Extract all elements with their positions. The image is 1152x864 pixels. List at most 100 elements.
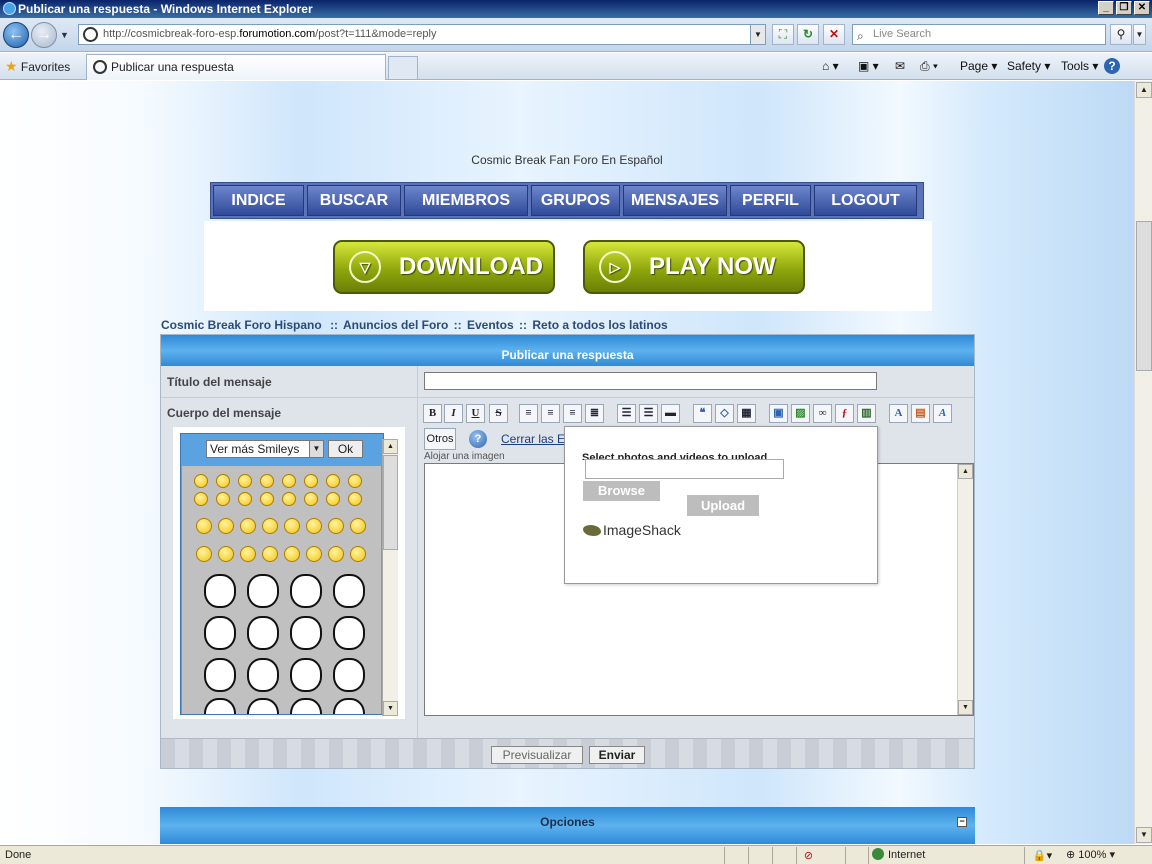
menu-mensajes[interactable]: MENSAJES <box>623 185 727 216</box>
rage-face-icon[interactable] <box>247 698 279 714</box>
close-window-button[interactable]: ✕ <box>1134 1 1150 15</box>
rage-face-icon[interactable] <box>204 616 236 650</box>
menu-indice[interactable]: INDICE <box>213 185 304 216</box>
smiley-scrollbar[interactable]: ▲ ▼ <box>382 439 398 716</box>
minimize-button[interactable]: _ <box>1098 1 1114 15</box>
align-right-icon[interactable]: ≡ <box>563 404 582 423</box>
rage-face-icon[interactable] <box>290 616 322 650</box>
rage-face-icon[interactable] <box>333 658 365 692</box>
smiley-icon[interactable] <box>218 546 234 562</box>
bold-icon[interactable]: B <box>423 404 442 423</box>
collapse-icon[interactable]: − <box>957 817 967 827</box>
forward-button[interactable]: → <box>31 22 57 48</box>
smiley-set-select[interactable]: Ver más Smileys ▼ <box>206 440 324 458</box>
smiley-icon[interactable] <box>350 518 366 534</box>
search-options-icon[interactable]: ▼ <box>1133 24 1146 45</box>
menu-perfil[interactable]: PERFIL <box>730 185 811 216</box>
smiley-icon[interactable] <box>282 474 296 488</box>
smiley-icon[interactable] <box>284 546 300 562</box>
smiley-icon[interactable] <box>260 474 274 488</box>
editor-scrollbar[interactable]: ▲ ▼ <box>957 464 973 715</box>
scroll-down-icon[interactable]: ▼ <box>1136 827 1152 843</box>
smiley-icon[interactable] <box>196 546 212 562</box>
zoom-control[interactable]: ⊕ 100% ▾ <box>1066 846 1115 864</box>
rage-face-icon[interactable] <box>247 658 279 692</box>
smiley-icon[interactable] <box>306 518 322 534</box>
breadcrumb-link-reto[interactable]: Reto a todos los latinos <box>532 318 667 332</box>
play-now-button[interactable]: ▷ PLAY NOW <box>583 240 805 294</box>
upload-file-input[interactable] <box>585 459 784 479</box>
scroll-up-icon[interactable]: ▲ <box>383 439 398 454</box>
smiley-ok-button[interactable]: Ok <box>328 440 363 458</box>
maximize-button[interactable]: ❐ <box>1116 1 1132 15</box>
print-icon[interactable]: ⎙ ▾ <box>920 57 938 75</box>
link-icon[interactable]: ∞ <box>813 404 832 423</box>
smiley-icon[interactable] <box>238 474 252 488</box>
smiley-icon[interactable] <box>196 518 212 534</box>
back-button[interactable]: ← <box>3 22 29 48</box>
stop-icon[interactable]: ✕ <box>823 24 845 45</box>
color-icon[interactable]: ▤ <box>911 404 930 423</box>
smiley-icon[interactable] <box>282 492 296 506</box>
smiley-icon[interactable] <box>238 492 252 506</box>
browse-button[interactable]: Browse <box>583 481 660 501</box>
image-icon[interactable]: ▨ <box>791 404 810 423</box>
smiley-icon[interactable] <box>284 518 300 534</box>
smiley-icon[interactable] <box>216 492 230 506</box>
help-menu-icon[interactable]: ? <box>1104 58 1120 74</box>
rage-face-icon[interactable] <box>247 616 279 650</box>
breadcrumb-link-eventos[interactable]: Eventos <box>467 318 514 332</box>
rage-face-icon[interactable] <box>204 698 236 714</box>
scroll-down-icon[interactable]: ▼ <box>958 700 973 715</box>
smiley-icon[interactable] <box>326 474 340 488</box>
smiley-icon[interactable] <box>262 518 278 534</box>
title-input[interactable] <box>424 372 877 390</box>
smiley-icon[interactable] <box>326 492 340 506</box>
history-dropdown-icon[interactable]: ▼ <box>60 30 69 40</box>
refresh-icon[interactable]: ↻ <box>797 24 819 45</box>
smiley-icon[interactable] <box>328 546 344 562</box>
breadcrumb-link-forum[interactable]: Cosmic Break Foro Hispano <box>161 318 322 332</box>
bullet-list-icon[interactable]: ☰ <box>617 404 636 423</box>
breadcrumb-link-anuncios[interactable]: Anuncios del Foro <box>343 318 448 332</box>
italic-icon[interactable]: I <box>444 404 463 423</box>
feeds-icon[interactable]: ▣ ▾ <box>858 57 879 75</box>
live-search-input[interactable]: ⌕ Live Search <box>852 24 1106 45</box>
smiley-icon[interactable] <box>304 492 318 506</box>
smiley-icon[interactable] <box>304 474 318 488</box>
smiley-icon[interactable] <box>240 546 256 562</box>
protected-mode-icon[interactable]: 🔒▾ <box>1024 847 1060 864</box>
code-icon[interactable]: ◇ <box>715 404 734 423</box>
scroll-up-icon[interactable]: ▲ <box>958 464 973 479</box>
upload-button[interactable]: Upload <box>687 495 759 516</box>
rage-face-icon[interactable] <box>333 616 365 650</box>
align-center-icon[interactable]: ≡ <box>541 404 560 423</box>
search-go-icon[interactable]: ⚲ <box>1110 24 1132 45</box>
rage-face-icon[interactable] <box>290 574 322 608</box>
font-face-icon[interactable]: A <box>933 404 952 423</box>
smiley-icon[interactable] <box>262 546 278 562</box>
help-icon[interactable]: ? <box>469 430 487 448</box>
download-button[interactable]: ▽ DOWNLOAD <box>333 240 555 294</box>
strike-icon[interactable]: S <box>489 404 508 423</box>
options-section-header[interactable]: Opciones − <box>160 807 975 844</box>
send-button[interactable]: Enviar <box>589 746 645 764</box>
address-dropdown-icon[interactable]: ▼ <box>750 25 765 44</box>
rage-face-icon[interactable] <box>333 698 365 714</box>
hr-icon[interactable]: ▬ <box>661 404 680 423</box>
rage-face-icon[interactable] <box>204 658 236 692</box>
justify-icon[interactable]: ≣ <box>585 404 604 423</box>
smiley-icon[interactable] <box>260 492 274 506</box>
smiley-icon[interactable] <box>216 474 230 488</box>
host-image-icon[interactable]: ▣ <box>769 404 788 423</box>
page-menu[interactable]: Page ▾ <box>960 57 997 75</box>
rage-face-icon[interactable] <box>204 574 236 608</box>
smiley-icon[interactable] <box>348 492 362 506</box>
compatibility-view-icon[interactable]: ⛶ <box>772 24 794 45</box>
rage-face-icon[interactable] <box>247 574 279 608</box>
menu-logout[interactable]: LOGOUT <box>814 185 917 216</box>
tools-menu[interactable]: Tools ▾ <box>1061 57 1098 75</box>
menu-buscar[interactable]: BUSCAR <box>307 185 401 216</box>
scroll-down-icon[interactable]: ▼ <box>383 701 398 716</box>
safety-menu[interactable]: Safety ▾ <box>1007 57 1050 75</box>
